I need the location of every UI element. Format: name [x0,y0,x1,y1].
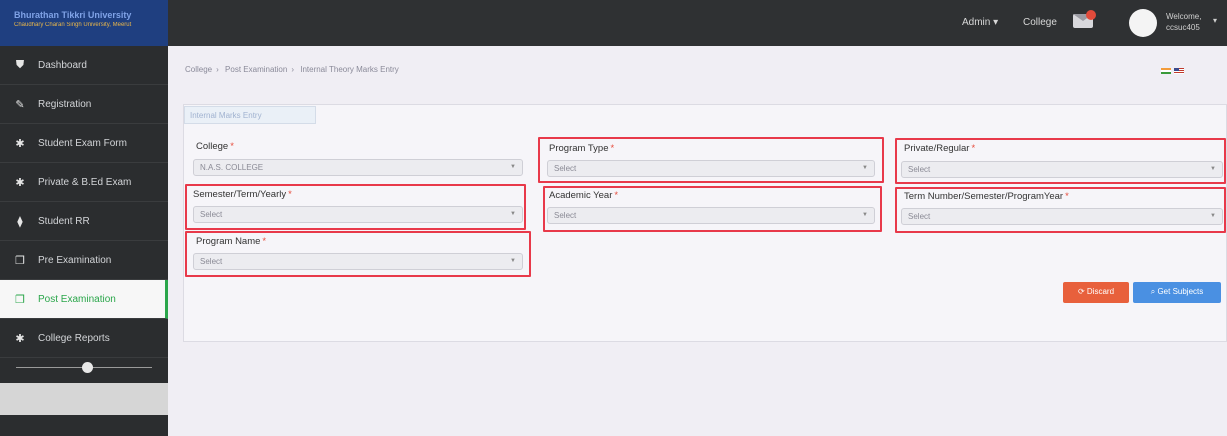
asterisk-icon: ✱ [15,137,25,150]
sidebar-item-label: Dashboard [38,59,87,71]
breadcrumb-current: Internal Theory Marks Entry [300,65,399,74]
map-marker-icon: ⧫ [17,215,23,228]
highlight-private-regular [895,138,1226,184]
sidebar-item-label: Post Examination [38,293,116,305]
discard-button[interactable]: ⟳ Discard [1063,282,1129,303]
college-label: College * [196,141,234,152]
welcome-text: Welcome, [1166,12,1202,21]
get-subjects-button[interactable]: ⌕ Get Subjects [1133,282,1221,303]
sidebar: ⛊ Dashboard ✎ Registration ✱ Student Exam F… [0,46,168,436]
highlight-program-type [538,137,884,183]
search-icon: ⌕ [1150,287,1156,296]
user-menu[interactable]: Welcome, ccsuc405 [1166,11,1201,33]
sidebar-item-private-bed-exam[interactable]: ✱ Private & B.Ed Exam [0,163,168,202]
breadcrumb: College › Post Examination › Internal Theo… [185,65,403,74]
college-link[interactable]: College [1023,17,1057,28]
admin-label: Admin [962,17,991,28]
breadcrumb-college[interactable]: College [185,65,212,74]
sidebar-item-label: Private & B.Ed Exam [38,176,132,188]
brand-logo[interactable]: Bhurathan Tikkri University Chaudhary Ch… [0,0,168,46]
sidebar-item-label: Student Exam Form [38,137,127,149]
panel-title: Internal Marks Entry [184,106,316,124]
highlight-semester [185,184,526,230]
sidebar-item-student-rr[interactable]: ⧫ Student RR [0,202,168,241]
asterisk-icon: ✱ [15,332,25,345]
breadcrumb-separator: › [216,65,219,74]
sidebar-item-college-reports[interactable]: ✱ College Reports [0,319,168,358]
top-navbar: Bhurathan Tikkri University Chaudhary Ch… [0,0,1227,46]
sidebar-item-label: College Reports [38,332,110,344]
sidebar-item-registration[interactable]: ✎ Registration [0,85,168,124]
caret-down-icon: ▾ [993,17,999,28]
breadcrumb-post-examination[interactable]: Post Examination [225,65,287,74]
asterisk-icon: ✱ [15,176,25,189]
india-flag-icon[interactable] [1161,68,1171,74]
brand-title: Bhurathan Tikkri University [14,10,132,20]
brand-subtitle: Chaudhary Charan Singh University, Meeru… [14,22,132,28]
highlight-term-number [895,187,1226,233]
copy-icon: ❐ [15,293,25,306]
edit-icon: ✎ [15,98,25,111]
college-select[interactable]: N.A.S. COLLEGE ▼ [193,159,523,176]
sidebar-item-dashboard[interactable]: ⛊ Dashboard [0,46,168,85]
sidebar-item-label: Registration [38,98,92,110]
highlight-program-name [185,231,531,277]
sidebar-item-label: Pre Examination [38,254,112,266]
sidebar-item-label: Student RR [38,215,90,227]
college-value: N.A.S. COLLEGE [200,163,264,172]
highlight-academic-year [543,186,882,232]
sidebar-item-pre-examination[interactable]: ❐ Pre Examination [0,241,168,280]
english-flag-icon[interactable] [1174,68,1184,74]
avatar[interactable] [1129,9,1157,37]
notification-badge [1086,10,1096,20]
admin-menu[interactable]: Admin ▾ [962,17,998,28]
breadcrumb-separator: › [291,65,294,74]
caret-down-icon: ▼ [510,164,516,170]
refresh-icon: ⟳ [1077,287,1085,296]
username: ccsuc405 [1166,23,1200,32]
shield-icon: ⛊ [15,58,25,71]
chevron-down-icon[interactable]: ▾ [1213,16,1217,25]
sidebar-item-student-exam-form[interactable]: ✱ Student Exam Form [0,124,168,163]
sidebar-slider-handle[interactable] [82,362,93,373]
copy-icon: ❐ [15,254,25,267]
sidebar-footer [0,383,168,415]
sidebar-item-post-examination[interactable]: ❐ Post Examination [0,280,168,319]
